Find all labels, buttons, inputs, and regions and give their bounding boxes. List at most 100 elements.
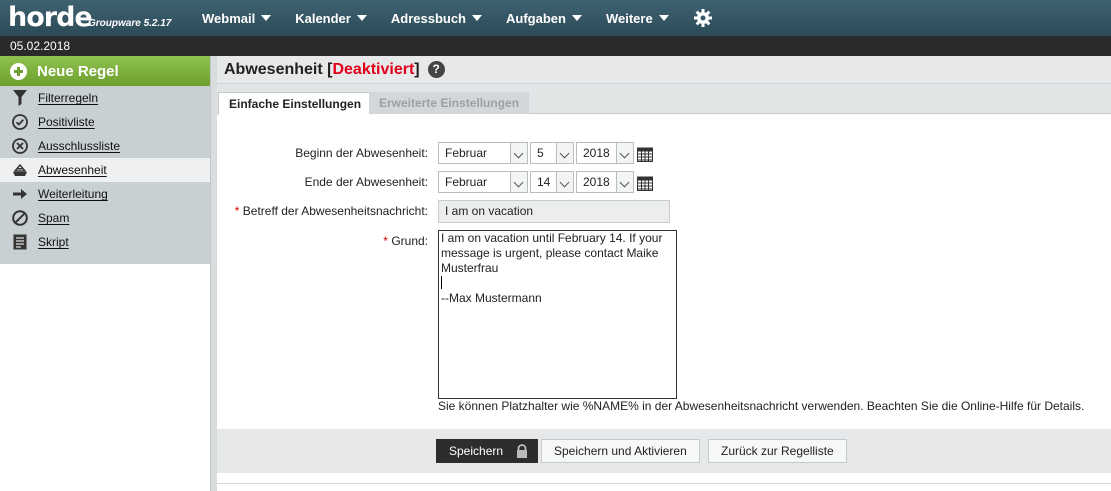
sidebar-item-abwesenheit[interactable]: Abwesenheit bbox=[0, 158, 210, 182]
reason-text-signature: --Max Mustermann bbox=[441, 291, 542, 305]
reason-label: * Grund: bbox=[383, 234, 428, 248]
menu-aufgaben-label: Aufgaben bbox=[506, 10, 566, 26]
chevron-down-icon bbox=[556, 143, 573, 163]
ban-icon bbox=[12, 210, 28, 226]
tab-bar: Einfache Einstellungen Erweiterte Einste… bbox=[217, 84, 1111, 115]
chevron-down-icon bbox=[261, 15, 272, 21]
save-activate-button[interactable]: Speichern und Aktivieren bbox=[541, 439, 700, 463]
start-day-value: 5 bbox=[537, 146, 544, 160]
end-day-select[interactable]: 14 bbox=[530, 171, 574, 193]
save-button-label: Speichern bbox=[449, 444, 504, 458]
start-month-select[interactable]: Februar bbox=[438, 142, 528, 164]
script-icon bbox=[12, 234, 28, 250]
version-label: Groupware 5.2.17 bbox=[88, 18, 172, 29]
chevron-down-icon bbox=[510, 143, 527, 163]
sidebar-item-skript[interactable]: Skript bbox=[0, 230, 210, 254]
filter-icon bbox=[12, 90, 28, 106]
menu-kalender-label: Kalender bbox=[295, 10, 351, 26]
menu-weitere[interactable]: Weitere bbox=[594, 0, 681, 36]
start-date-label: Beginn der Abwesenheit: bbox=[295, 146, 428, 160]
horde-logo[interactable]: horde bbox=[8, 3, 93, 33]
chevron-down-icon bbox=[472, 15, 482, 21]
start-month-value: Februar bbox=[445, 146, 488, 160]
menu-webmail[interactable]: Webmail bbox=[190, 0, 283, 36]
sidebar: Neue Regel Filterregeln Positivliste Aus… bbox=[0, 56, 210, 491]
new-rule-button[interactable]: Neue Regel bbox=[0, 56, 210, 86]
calendar-icon[interactable] bbox=[637, 146, 653, 162]
chevron-down-icon bbox=[556, 172, 573, 192]
sidebar-item-ausschlussliste[interactable]: Ausschlussliste bbox=[0, 134, 210, 158]
end-year-select[interactable]: 2018 bbox=[576, 171, 634, 193]
end-date-label: Ende der Abwesenheit: bbox=[304, 175, 428, 189]
sidebar-item-label: Filterregeln bbox=[38, 91, 99, 105]
page-title: Abwesenheit [Deaktiviert] bbox=[224, 61, 420, 79]
status-badge: Deaktiviert bbox=[332, 60, 415, 78]
reason-label-text: Grund: bbox=[391, 234, 428, 248]
sidebar-item-filterregeln[interactable]: Filterregeln bbox=[0, 86, 210, 110]
menu-adressbuch[interactable]: Adressbuch bbox=[379, 0, 494, 36]
menu-webmail-label: Webmail bbox=[202, 10, 256, 26]
text-cursor bbox=[441, 276, 442, 289]
main-menu: Webmail Kalender Adressbuch Aufgaben Wei… bbox=[190, 0, 721, 36]
subject-label-text: Betreff der Abwesenheitsnachricht: bbox=[242, 204, 428, 218]
sidebar-splitter[interactable] bbox=[210, 56, 217, 491]
required-mark: * bbox=[234, 204, 240, 218]
end-month-value: Februar bbox=[445, 175, 488, 189]
chevron-down-icon bbox=[658, 15, 669, 21]
sidebar-item-spam[interactable]: Spam bbox=[0, 206, 210, 230]
tab-einfache-einstellungen[interactable]: Einfache Einstellungen bbox=[218, 92, 373, 115]
new-rule-label: Neue Regel bbox=[37, 62, 119, 80]
sidebar-item-positivliste[interactable]: Positivliste bbox=[0, 110, 210, 134]
end-year-value: 2018 bbox=[583, 175, 610, 189]
sidebar-nav: Neue Regel Filterregeln Positivliste Aus… bbox=[0, 56, 210, 264]
bracket-close: ] bbox=[414, 60, 420, 78]
calendar-icon[interactable] bbox=[637, 175, 653, 191]
date-bar: 05.02.2018 bbox=[0, 36, 1111, 56]
menu-aufgaben[interactable]: Aufgaben bbox=[494, 0, 594, 36]
menu-kalender[interactable]: Kalender bbox=[283, 0, 379, 36]
subject-label: * Betreff der Abwesenheitsnachricht: bbox=[235, 204, 428, 218]
arrow-right-icon bbox=[12, 186, 28, 202]
help-icon[interactable]: ? bbox=[427, 61, 445, 78]
sidebar-item-label: Ausschlussliste bbox=[38, 139, 121, 153]
required-mark: * bbox=[383, 234, 388, 248]
back-to-rules-button[interactable]: Zurück zur Regelliste bbox=[708, 439, 847, 463]
settings-gear-button[interactable] bbox=[685, 0, 721, 36]
vacation-icon bbox=[12, 162, 28, 178]
bottom-divider bbox=[217, 483, 1111, 484]
check-circle-icon bbox=[12, 114, 28, 130]
plus-circle-icon bbox=[10, 62, 27, 80]
sidebar-item-label: Abwesenheit bbox=[38, 163, 107, 177]
tab-erweiterte-einstellungen[interactable]: Erweiterte Einstellungen bbox=[369, 92, 530, 114]
subject-input[interactable]: I am on vacation bbox=[438, 200, 670, 223]
save-button[interactable]: Speichern bbox=[436, 439, 539, 463]
top-navigation-bar: horde Groupware 5.2.17 Webmail Kalender … bbox=[0, 0, 1111, 36]
chevron-down-icon bbox=[510, 172, 527, 192]
menu-adressbuch-label: Adressbuch bbox=[390, 10, 466, 26]
lock-icon bbox=[517, 444, 528, 458]
x-circle-icon bbox=[12, 138, 28, 154]
menu-weitere-label: Weitere bbox=[605, 10, 653, 26]
chevron-down-icon bbox=[616, 172, 633, 192]
main-content: Abwesenheit [Deaktiviert] ? Einfache Ein… bbox=[217, 56, 1111, 491]
button-bar: Speichern Speichern und Aktivieren Zurüc… bbox=[217, 429, 1111, 473]
end-month-select[interactable]: Februar bbox=[438, 171, 528, 193]
placeholder-hint: Sie können Platzhalter wie %NAME% in der… bbox=[438, 399, 1085, 413]
sidebar-item-label: Positivliste bbox=[38, 115, 95, 129]
sidebar-item-label: Spam bbox=[38, 211, 70, 225]
reason-textarea[interactable]: I am on vacation until February 14. If y… bbox=[438, 230, 677, 399]
reason-text-body: I am on vacation until February 14. If y… bbox=[441, 231, 663, 275]
chevron-down-icon bbox=[616, 143, 633, 163]
sidebar-item-label: Weiterleitung bbox=[38, 187, 108, 201]
start-year-select[interactable]: 2018 bbox=[576, 142, 634, 164]
sidebar-item-label: Skript bbox=[38, 235, 69, 249]
sidebar-item-weiterleitung[interactable]: Weiterleitung bbox=[0, 182, 210, 206]
end-day-value: 14 bbox=[537, 175, 551, 189]
page-title-text: Abwesenheit bbox=[224, 60, 323, 78]
gear-icon bbox=[693, 9, 712, 27]
start-day-select[interactable]: 5 bbox=[530, 142, 574, 164]
page-header: Abwesenheit [Deaktiviert] ? bbox=[217, 56, 1111, 84]
chevron-down-icon bbox=[356, 15, 367, 21]
start-year-value: 2018 bbox=[583, 146, 610, 160]
chevron-down-icon bbox=[571, 15, 582, 21]
